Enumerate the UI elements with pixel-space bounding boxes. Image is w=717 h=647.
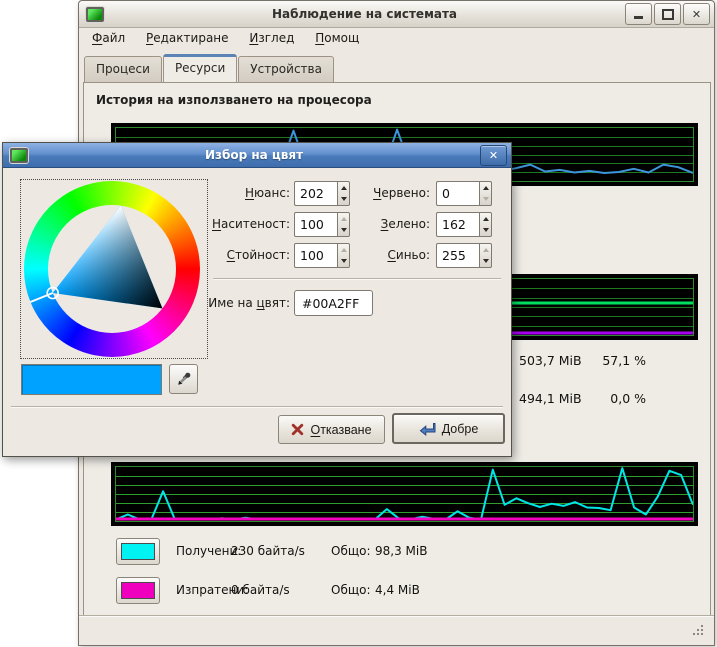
spin-down-icon: [341, 228, 347, 232]
memory-used-percent: 57,1 %: [559, 353, 646, 368]
cancel-button[interactable]: Отказване: [278, 415, 385, 444]
color-name-label: Име на цвят:: [208, 290, 290, 316]
saturation-value-triangle[interactable]: [24, 181, 200, 357]
main-window-title: Наблюдение на системата: [104, 7, 625, 21]
dialog-titlebar[interactable]: Избор на цвят ✕: [3, 143, 511, 168]
sent-color-swatch: [121, 582, 155, 599]
main-titlebar[interactable]: Наблюдение на системата ✕: [79, 1, 714, 28]
statusbar: [79, 615, 714, 645]
green-input[interactable]: [436, 212, 479, 237]
desktop: Наблюдение на системата ✕ Файл Редактира…: [0, 0, 717, 647]
close-button[interactable]: ✕: [683, 3, 710, 25]
sent-rate: 0 байта/s: [231, 583, 290, 597]
menubar: Файл Редактиране Изглед Помощ: [79, 28, 714, 51]
minimize-button[interactable]: [625, 3, 652, 25]
minimize-icon: [634, 16, 643, 19]
menu-file[interactable]: Файл: [91, 28, 126, 48]
ok-button-label: Добре: [442, 422, 479, 436]
spin-down-icon: [341, 197, 347, 201]
blue-input[interactable]: [436, 243, 479, 268]
green-spin-up[interactable]: [480, 213, 491, 225]
spin-up-icon: [341, 248, 347, 252]
notebook-tabs: Процеси Ресурси Устройства: [84, 51, 714, 82]
ok-button[interactable]: Добре: [392, 413, 505, 444]
green-spinbox: [436, 212, 492, 237]
eyedropper-icon: [176, 371, 191, 387]
color-name-input[interactable]: [294, 290, 373, 316]
dialog-title: Избор на цвят: [28, 148, 480, 162]
spin-up-icon: [483, 217, 489, 221]
sent-color-button[interactable]: [116, 577, 160, 604]
spin-down-icon: [483, 259, 489, 263]
red-input[interactable]: [436, 181, 479, 206]
sent-total-label: Общо:: [331, 583, 371, 597]
red-spinbox: [436, 181, 492, 206]
spin-up-icon: [483, 186, 489, 190]
color-preview: [21, 364, 162, 395]
spin-down-icon: [483, 228, 489, 232]
blue-spin-down[interactable]: [480, 256, 491, 268]
menu-help[interactable]: Помощ: [314, 28, 360, 48]
blue-spinbox: [436, 243, 492, 268]
sent-total: 4,4 MiB: [375, 583, 420, 597]
network-history-chart: [111, 462, 698, 526]
blue-spin-up[interactable]: [480, 244, 491, 256]
saturation-label: Наситеност:: [208, 212, 290, 237]
fields-separator: [213, 278, 501, 280]
menu-edit[interactable]: Редактиране: [145, 28, 230, 48]
value-label: Стойност:: [208, 243, 290, 268]
cpu-history-title: История на използването на процесора: [96, 93, 372, 107]
value-spinbox: [294, 243, 350, 268]
menu-view[interactable]: Изглед: [248, 28, 295, 48]
system-monitor-icon: [86, 7, 104, 22]
ok-enter-arrow-icon: [419, 422, 436, 436]
cancel-button-label: Отказване: [310, 423, 371, 437]
green-label: Зелено:: [348, 212, 430, 237]
spin-up-icon: [341, 217, 347, 221]
spin-up-icon: [341, 186, 347, 190]
saturation-input[interactable]: [294, 212, 337, 237]
received-color-swatch: [121, 543, 155, 560]
received-total-label: Общо:: [331, 544, 371, 558]
value-input[interactable]: [294, 243, 337, 268]
red-spin-down[interactable]: [480, 194, 491, 206]
dialog-app-icon: [10, 148, 28, 163]
hue-label: Нюанс:: [208, 181, 290, 206]
tab-processes[interactable]: Процеси: [84, 56, 162, 82]
green-spin-down[interactable]: [480, 225, 491, 237]
blue-label: Синьо:: [348, 243, 430, 268]
received-total: 98,3 MiB: [375, 544, 427, 558]
color-picker-dialog: Избор на цвят ✕ Нюанс:: [2, 142, 512, 457]
dialog-close-button[interactable]: ✕: [480, 145, 507, 166]
maximize-button[interactable]: [654, 3, 681, 25]
action-separator: [11, 406, 503, 408]
dialog-close-icon: ✕: [489, 149, 498, 162]
eyedropper-button[interactable]: [169, 364, 198, 394]
received-rate: 230 байта/s: [231, 544, 305, 558]
close-icon: ✕: [692, 8, 701, 21]
cancel-cross-icon: [291, 423, 304, 436]
red-label: Червено:: [348, 181, 430, 206]
red-spin-up[interactable]: [480, 182, 491, 194]
swap-used-percent: 0,0 %: [559, 391, 646, 406]
spin-down-icon: [483, 197, 489, 201]
hue-spinbox: [294, 181, 350, 206]
maximize-icon: [662, 9, 674, 20]
spin-up-icon: [483, 248, 489, 252]
received-color-button[interactable]: [116, 538, 160, 565]
hue-input[interactable]: [294, 181, 337, 206]
resize-grip[interactable]: [689, 623, 705, 639]
tab-devices[interactable]: Устройства: [238, 56, 334, 82]
tab-resources[interactable]: Ресурси: [163, 54, 237, 83]
spin-down-icon: [341, 259, 347, 263]
saturation-spinbox: [294, 212, 350, 237]
